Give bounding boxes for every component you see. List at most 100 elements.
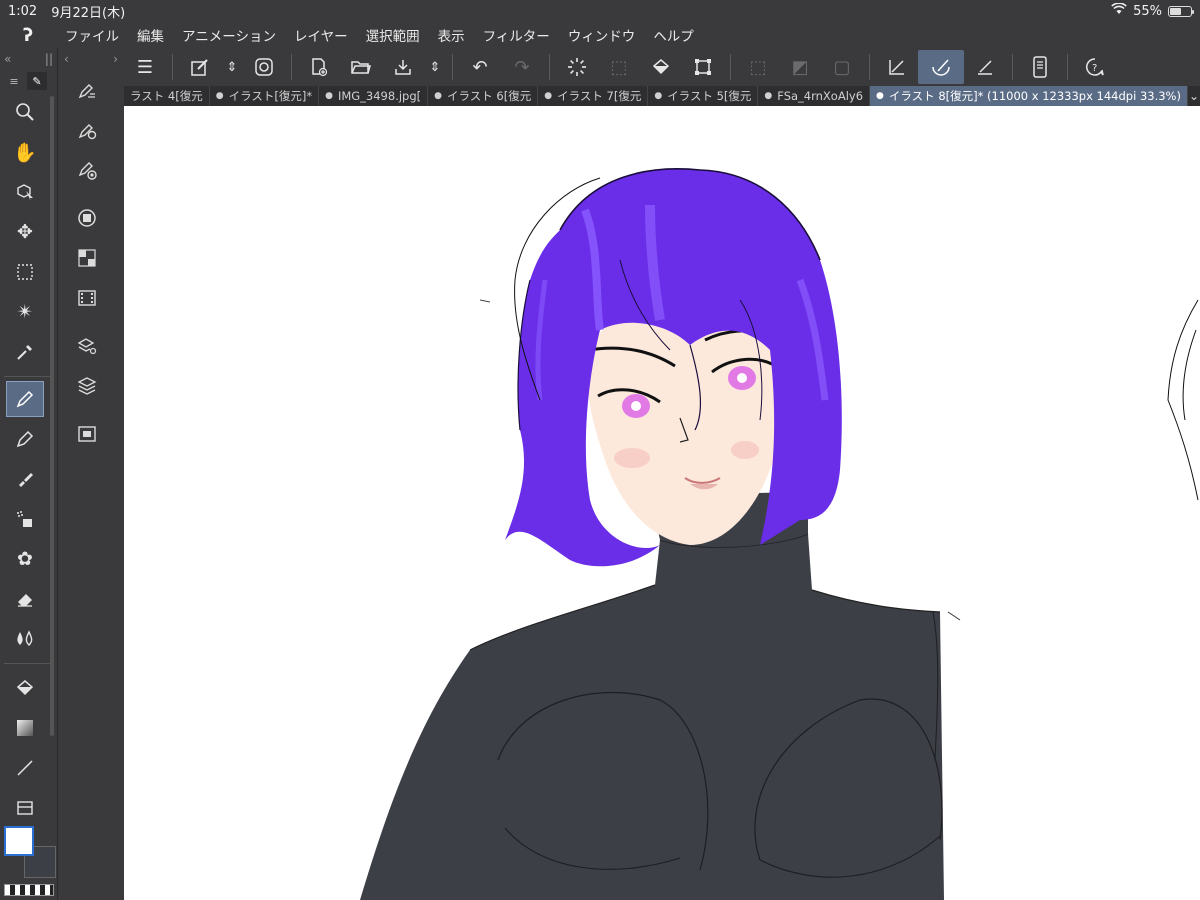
invert-selection-icon[interactable]: ◩ [779,50,821,84]
menu-file[interactable]: ファイル [56,25,128,45]
tool-palette-tabs: ≡ ✎ [0,70,57,92]
chevron-left-icon[interactable]: ‹ [64,52,69,66]
chevron-up-down-icon[interactable]: ⇕ [221,50,243,84]
menu-animation[interactable]: アニメーション [173,25,285,45]
decoration-tool-icon[interactable]: ✿ [0,539,50,579]
hand-tool-icon[interactable]: ✋ [0,132,50,172]
airbrush-tool-icon[interactable] [0,499,50,539]
open-folder-icon[interactable] [340,50,382,84]
frame-border-tool-icon[interactable] [0,788,50,828]
document-tab[interactable]: ● イラスト 7[復元 [538,86,649,106]
transform-selection-icon[interactable]: ⬚ [598,50,640,84]
tool-palette: « || ≡ ✎ ✋ ✥ ✴ ✿ [0,48,58,900]
document-tab[interactable]: ラスト 4[復元 [124,86,210,106]
document-tab[interactable]: ● イラスト[復元]* [210,86,320,106]
grid-snap-icon[interactable] [964,50,1006,84]
foreground-color-swatch[interactable] [4,826,34,856]
unsaved-dot-icon: ● [544,91,553,101]
eraser-tool-icon[interactable] [0,579,50,619]
command-bar: ☰ ⇕ ⇕ ↶ ↷ ⬚ ⬚ ◩ ▢ ? [124,48,1200,86]
document-tabs: ラスト 4[復元 ● イラスト[復元]* ● IMG_3498.jpg[ ● イラスト… [124,86,1200,106]
clip-studio-icon[interactable] [243,50,285,84]
clear-selection-icon[interactable]: ⬚ [737,50,779,84]
sub-tool-palette-icon[interactable] [62,70,112,110]
menu-view[interactable]: 表示 [429,25,474,45]
edit-settings-icon[interactable] [179,50,221,84]
menu-window[interactable]: ウィンドウ [559,25,645,45]
move-tool-icon[interactable]: ✥ [0,212,50,252]
toolbar-divider [452,54,453,80]
document-tab[interactable]: ● FSa_4rnXoAly6 [758,86,871,106]
pencil-tool-icon[interactable] [0,419,50,459]
document-tab-label: イラスト 5[復元 [667,89,752,103]
drag-handle-icon[interactable]: || [45,52,53,66]
redo-icon[interactable]: ↷ [501,50,543,84]
artwork-illustration [360,168,1199,900]
pen-tool-icon[interactable] [6,381,44,417]
magic-wand-icon[interactable]: ✴ [0,292,50,332]
color-wheel-icon[interactable] [62,198,112,238]
palette-menu-icon[interactable]: ≡ [4,72,24,90]
tool-divider [4,376,53,377]
undo-icon[interactable]: ↶ [459,50,501,84]
tool-palette-scrollbar[interactable] [50,96,54,736]
fill-bucket-icon[interactable] [640,50,682,84]
menu-filter[interactable]: フィルター [474,25,559,45]
new-file-icon[interactable] [298,50,340,84]
eyedropper-icon[interactable] [0,332,50,372]
help-icon[interactable]: ? [1074,50,1116,84]
clip-studio-logo-icon[interactable]: ʔ [0,25,56,46]
tool-property-icon[interactable] [62,110,112,150]
object-tool-icon[interactable] [0,172,50,212]
fill-tool-icon[interactable] [0,668,50,708]
drawing-canvas[interactable] [124,106,1200,900]
transform-icon[interactable] [682,50,724,84]
chevron-right-icon[interactable]: › [113,52,118,66]
loading-spinner-icon[interactable] [556,50,598,84]
unsaved-dot-icon: ● [325,91,333,101]
tool-divider [4,663,53,664]
zoom-tool-icon[interactable] [0,92,50,132]
layer-property-icon[interactable] [62,326,112,366]
unsaved-dot-icon: ● [654,91,663,101]
document-tab-active[interactable]: ● イラスト 8[復元]* (11000 x 12333px 144dpi 33.… [870,86,1188,106]
tab-list-chevron-icon[interactable]: ⌄ [1188,89,1200,103]
menu-selection[interactable]: 選択範囲 [357,25,429,45]
menu-edit[interactable]: 編集 [128,25,173,45]
document-tab[interactable]: ● IMG_3498.jpg[ [319,86,429,106]
unsaved-dot-icon: ● [876,91,884,101]
ios-status-bar: 1:02 9月22日(木) 55% [0,0,1200,22]
transparent-color-swatch[interactable] [4,884,54,896]
navigator-icon[interactable] [62,414,112,454]
color-set-icon[interactable] [62,238,112,278]
ruler-snap-icon[interactable] [876,50,918,84]
blend-tool-icon[interactable] [0,619,50,659]
brush-size-icon[interactable] [62,150,112,190]
toolbar-divider [869,54,870,80]
status-date: 9月22日(木) [51,5,126,21]
save-icon[interactable] [382,50,424,84]
pen-tab-icon[interactable]: ✎ [27,72,47,90]
collapse-panel-icon[interactable]: « [4,52,11,66]
layers-icon[interactable] [62,366,112,406]
timeline-icon[interactable] [62,278,112,318]
gradient-tool-icon[interactable] [0,708,50,748]
selection-tool-icon[interactable] [0,252,50,292]
show-selection-icon[interactable]: ▢ [821,50,863,84]
toolbar-divider [291,54,292,80]
toolbar-divider [730,54,731,80]
toolbar-divider [549,54,550,80]
special-ruler-snap-icon[interactable] [918,50,964,84]
battery-icon [1168,5,1194,17]
toolbar-divider [1012,54,1013,80]
menu-help[interactable]: ヘルプ [644,25,703,45]
document-tab[interactable]: ● イラスト 6[復元 [428,86,539,106]
figure-line-tool-icon[interactable] [0,748,50,788]
document-tab[interactable]: ● イラスト 5[復元 [648,86,759,106]
device-icon[interactable] [1019,50,1061,84]
hamburger-menu-icon[interactable]: ☰ [124,50,166,84]
menu-layer[interactable]: レイヤー [285,25,357,45]
toolbar-divider [1067,54,1068,80]
chevron-up-down-icon[interactable]: ⇕ [424,50,446,84]
brush-tool-icon[interactable] [0,459,50,499]
